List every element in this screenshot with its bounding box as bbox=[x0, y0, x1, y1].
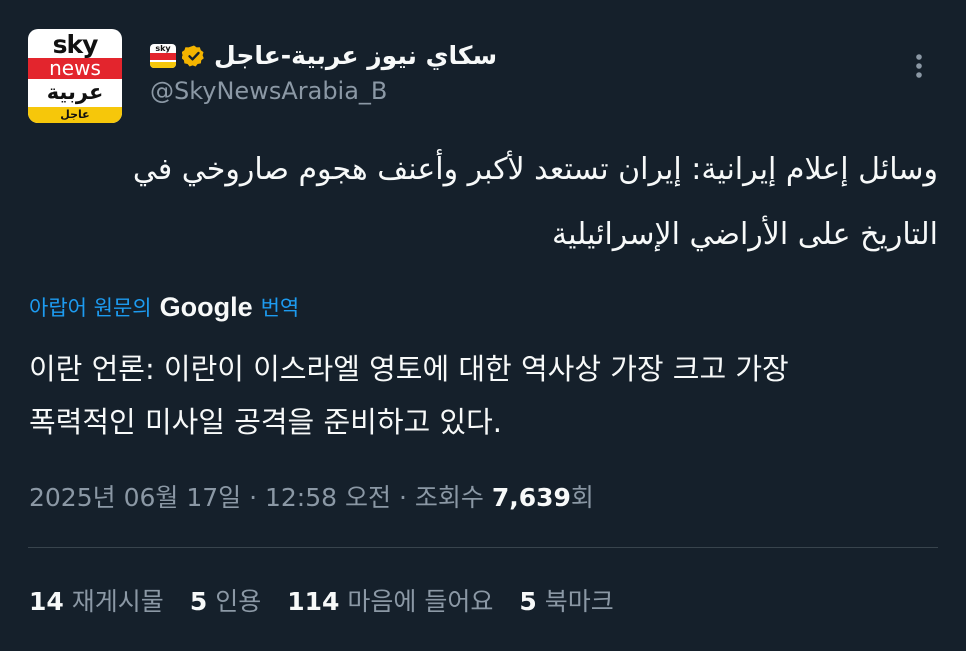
author-name-row[interactable]: sky سكاي نيوز عربية-عاجل bbox=[150, 40, 497, 72]
quotes-count: 5 bbox=[189, 587, 208, 616]
translated-text-line-1: 이란 언론: 이란이 이스라엘 영토에 대한 역사상 가장 크고 가장 bbox=[29, 352, 789, 386]
likes-stat[interactable]: 114 마음에 들어요 bbox=[287, 582, 493, 618]
avatar-news-text: news bbox=[28, 58, 122, 79]
views-count: 7,639 bbox=[491, 483, 571, 512]
translation-attribution[interactable]: 아랍어 원문의 Google 번역 bbox=[29, 290, 299, 324]
quotes-label: 인용 bbox=[215, 587, 262, 616]
bookmarks-stat[interactable]: 5 북마크 bbox=[519, 582, 613, 618]
affiliate-badge-text: sky bbox=[155, 44, 171, 53]
bookmarks-count: 5 bbox=[519, 587, 537, 616]
reposts-label: 재게시물 bbox=[71, 587, 164, 616]
tweet-text-line-2: التاريخ على الأراضي الإسرائيلية bbox=[551, 217, 938, 252]
tweet-date[interactable]: 2025년 06월 17일 bbox=[29, 483, 241, 512]
tweet-time[interactable]: 12:58 오전 bbox=[265, 483, 391, 512]
google-logo: Google bbox=[159, 291, 253, 322]
author-handle[interactable]: @SkyNewsArabia_B bbox=[150, 76, 387, 106]
translation-prefix[interactable]: 아랍어 원문의 bbox=[29, 292, 152, 322]
translation-suffix[interactable]: 번역 bbox=[261, 292, 300, 322]
likes-count: 114 bbox=[287, 587, 340, 616]
reposts-stat[interactable]: 14 재게시물 bbox=[29, 582, 164, 618]
engagement-stats: 14 재게시물 5 인용 114 마음에 들어요 5 북마크 bbox=[29, 582, 640, 618]
affiliate-badge-icon[interactable]: sky bbox=[150, 44, 176, 68]
meta-separator: · bbox=[249, 483, 258, 512]
translated-text-line-2: 폭력적인 미사일 공격을 준비하고 있다. bbox=[29, 405, 502, 439]
avatar[interactable]: sky news عربية عاجل bbox=[28, 29, 122, 123]
likes-label: 마음에 들어요 bbox=[347, 587, 494, 616]
views-label: 조회수 bbox=[414, 483, 484, 512]
more-vertical-icon[interactable] bbox=[904, 50, 934, 82]
views-suffix: 회 bbox=[570, 483, 594, 512]
divider bbox=[28, 547, 938, 548]
tweet: sky news عربية عاجل sky سكاي نيوز عربية-… bbox=[0, 0, 966, 651]
tweet-text-line-1: وسائل إعلام إيرانية: إيران تستعد لأكبر و… bbox=[132, 152, 938, 187]
tweet-meta: 2025년 06월 17일 · 12:58 오전 · 조회수 7,639회 bbox=[29, 480, 594, 516]
quotes-stat[interactable]: 5 인용 bbox=[190, 582, 261, 618]
avatar-sky-text: sky bbox=[52, 30, 99, 59]
author-display-name[interactable]: سكاي نيوز عربية-عاجل bbox=[214, 40, 497, 72]
verified-badge-icon[interactable] bbox=[182, 44, 206, 68]
avatar-urgent-text: عاجل bbox=[28, 107, 122, 123]
meta-separator: · bbox=[398, 483, 407, 512]
bookmarks-label: 북마크 bbox=[544, 587, 614, 616]
avatar-arabic-text: عربية bbox=[46, 80, 104, 104]
reposts-count: 14 bbox=[29, 587, 64, 616]
